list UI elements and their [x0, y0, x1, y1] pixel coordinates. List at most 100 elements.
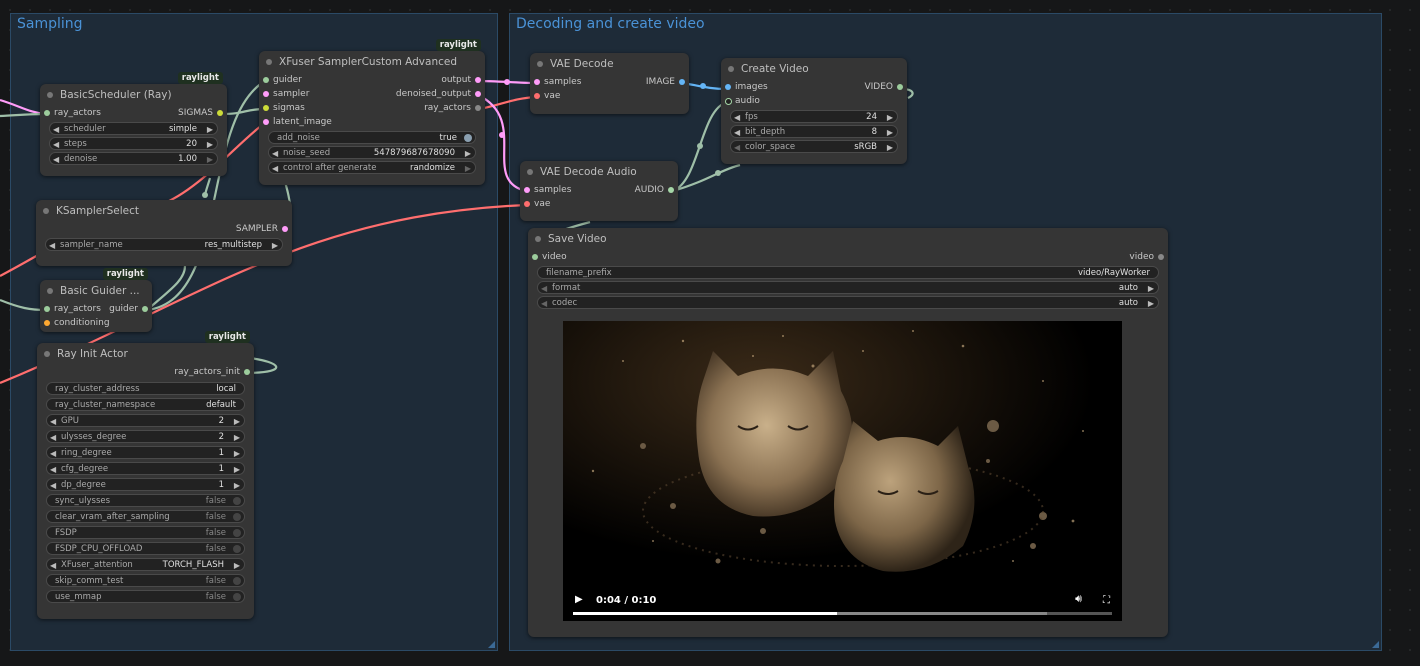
output-socket-output[interactable]: [475, 77, 481, 83]
output-socket-sigmas[interactable]: [217, 110, 223, 116]
widget-ring-degree[interactable]: ◀ ring_degree 1 ▶: [46, 446, 245, 459]
widget-codec[interactable]: ◀ codec auto ▶: [537, 296, 1159, 309]
widget-use-mmap[interactable]: use_mmap false: [46, 590, 245, 603]
arrow-right-icon[interactable]: ▶: [1148, 282, 1154, 295]
arrow-right-icon[interactable]: ▶: [234, 463, 240, 476]
node-create-video[interactable]: Create Video images VIDEO audio ◀ fps 24 ▶ …: [721, 58, 907, 164]
toggle-knob[interactable]: [233, 513, 241, 521]
output-socket-sampler[interactable]: [282, 226, 288, 232]
input-socket-ray-actors[interactable]: [44, 306, 50, 312]
widget-ray-cluster-namespace[interactable]: ray_cluster_namespace default: [46, 398, 245, 411]
arrow-right-icon[interactable]: ▶: [272, 239, 278, 252]
widget-filename-prefix[interactable]: filename_prefix video/RayWorker: [537, 266, 1159, 279]
input-socket-samples[interactable]: [524, 187, 530, 193]
widget-denoise[interactable]: ◀ denoise 1.00 ▶: [49, 152, 218, 165]
widget-clear-vram-after-sampling[interactable]: clear_vram_after_sampling false: [46, 510, 245, 523]
widget-gpu[interactable]: ◀ GPU 2 ▶: [46, 414, 245, 427]
workflow-canvas[interactable]: Sampling Decoding and create video rayli…: [0, 0, 1420, 666]
output-socket-denoised[interactable]: [475, 91, 481, 97]
arrow-left-icon[interactable]: ◀: [50, 415, 56, 428]
node-xfuser-sampler[interactable]: raylight XFuser SamplerCustom Advanced g…: [259, 39, 485, 185]
arrow-right-icon[interactable]: ▶: [207, 138, 213, 151]
collapse-dot-icon[interactable]: [43, 208, 49, 214]
node-ray-init-actor[interactable]: raylight Ray Init Actor ray_actors_init …: [37, 331, 254, 619]
video-progress-bar[interactable]: [573, 612, 1112, 615]
node-basic-guider[interactable]: raylight Basic Guider ... ray_actors gui…: [40, 268, 152, 332]
arrow-left-icon[interactable]: ◀: [734, 126, 740, 139]
node-title[interactable]: VAE Decode: [530, 53, 689, 75]
group-resize-handle[interactable]: [488, 641, 495, 648]
collapse-dot-icon[interactable]: [535, 236, 541, 242]
widget-scheduler[interactable]: ◀ scheduler simple ▶: [49, 122, 218, 135]
output-socket-image[interactable]: [679, 79, 685, 85]
arrow-right-icon[interactable]: ▶: [887, 126, 893, 139]
arrow-left-icon[interactable]: ◀: [49, 239, 55, 252]
arrow-right-icon[interactable]: ▶: [887, 111, 893, 124]
toggle-knob[interactable]: [233, 545, 241, 553]
widget-noise-seed[interactable]: ◀ noise_seed 547879687678090 ▶: [268, 146, 476, 159]
toggle-knob[interactable]: [233, 529, 241, 537]
input-socket-vae[interactable]: [524, 201, 530, 207]
arrow-right-icon[interactable]: ▶: [887, 141, 893, 154]
video-preview[interactable]: ▶ 0:04 / 0:10 🔊︎ ⛶ ⋮: [563, 321, 1122, 621]
widget-control-after-generate[interactable]: ◀ control after generate randomize ▶: [268, 161, 476, 174]
collapse-dot-icon[interactable]: [728, 66, 734, 72]
arrow-left-icon[interactable]: ◀: [272, 147, 278, 160]
node-vae-decode[interactable]: VAE Decode samples IMAGE vae: [530, 53, 689, 114]
arrow-right-icon[interactable]: ▶: [207, 123, 213, 136]
widget-steps[interactable]: ◀ steps 20 ▶: [49, 137, 218, 150]
toggle-knob[interactable]: [464, 134, 472, 142]
widget-color-space[interactable]: ◀ color_space sRGB ▶: [730, 140, 898, 153]
node-save-video[interactable]: Save Video video video filename_prefix vi…: [528, 228, 1168, 637]
input-socket-sigmas[interactable]: [263, 105, 269, 111]
collapse-dot-icon[interactable]: [537, 61, 543, 67]
arrow-right-icon[interactable]: ▶: [207, 153, 213, 166]
node-title[interactable]: Ray Init Actor: [37, 343, 254, 365]
output-socket-ray-actors-init[interactable]: [244, 369, 250, 375]
output-socket-guider[interactable]: [142, 306, 148, 312]
widget-sync-ulysses[interactable]: sync_ulysses false: [46, 494, 245, 507]
arrow-right-icon[interactable]: ▶: [465, 162, 471, 175]
arrow-left-icon[interactable]: ◀: [50, 447, 56, 460]
arrow-left-icon[interactable]: ◀: [541, 297, 547, 310]
node-title[interactable]: Save Video: [528, 228, 1168, 250]
output-socket-ray-actors[interactable]: [475, 105, 481, 111]
group-title-decoding[interactable]: Decoding and create video: [516, 16, 705, 32]
widget-dp-degree[interactable]: ◀ dp_degree 1 ▶: [46, 478, 245, 491]
input-socket-audio[interactable]: [725, 98, 732, 105]
toggle-knob[interactable]: [233, 577, 241, 585]
arrow-left-icon[interactable]: ◀: [53, 153, 59, 166]
node-title[interactable]: BasicScheduler (Ray): [40, 84, 227, 106]
collapse-dot-icon[interactable]: [527, 169, 533, 175]
node-title[interactable]: KSamplerSelect: [36, 200, 292, 222]
widget-cfg-degree[interactable]: ◀ cfg_degree 1 ▶: [46, 462, 245, 475]
node-vae-decode-audio[interactable]: VAE Decode Audio samples AUDIO vae: [520, 161, 678, 221]
widget-xfuser-attention[interactable]: ◀ XFuser_attention TORCH_FLASH ▶: [46, 558, 245, 571]
group-title-sampling[interactable]: Sampling: [17, 16, 83, 32]
arrow-left-icon[interactable]: ◀: [541, 282, 547, 295]
toggle-knob[interactable]: [233, 593, 241, 601]
widget-ulysses-degree[interactable]: ◀ ulysses_degree 2 ▶: [46, 430, 245, 443]
arrow-right-icon[interactable]: ▶: [234, 479, 240, 492]
arrow-left-icon[interactable]: ◀: [50, 431, 56, 444]
toggle-knob[interactable]: [233, 497, 241, 505]
input-socket-images[interactable]: [725, 84, 731, 90]
input-socket-vae[interactable]: [534, 93, 540, 99]
input-socket-ray-actors[interactable]: [44, 110, 50, 116]
node-title[interactable]: Create Video: [721, 58, 907, 80]
output-socket-video[interactable]: [897, 84, 903, 90]
arrow-left-icon[interactable]: ◀: [50, 559, 56, 572]
input-socket-conditioning[interactable]: [44, 320, 50, 326]
arrow-right-icon[interactable]: ▶: [1148, 297, 1154, 310]
collapse-dot-icon[interactable]: [44, 351, 50, 357]
output-socket-audio[interactable]: [668, 187, 674, 193]
input-socket-video[interactable]: [532, 254, 538, 260]
widget-ray-cluster-address[interactable]: ray_cluster_address local: [46, 382, 245, 395]
input-socket-latent-image[interactable]: [263, 119, 269, 125]
widget-add-noise[interactable]: add_noise true: [268, 131, 476, 144]
arrow-right-icon[interactable]: ▶: [234, 431, 240, 444]
output-socket-video[interactable]: [1158, 254, 1164, 260]
widget-format[interactable]: ◀ format auto ▶: [537, 281, 1159, 294]
arrow-right-icon[interactable]: ▶: [234, 415, 240, 428]
arrow-left-icon[interactable]: ◀: [734, 141, 740, 154]
